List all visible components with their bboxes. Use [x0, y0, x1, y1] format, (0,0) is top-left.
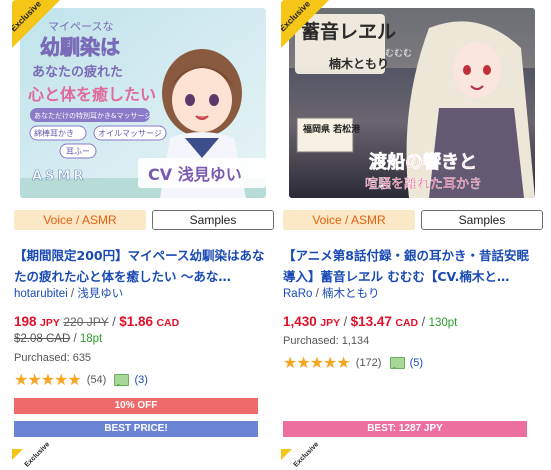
comment-icon[interactable] [114, 374, 130, 387]
rating-row: ★★★★★ (54) (3) [14, 370, 148, 389]
product-thumbnail[interactable]: CV 浅見ゆい マイペースな 幼馴染は あなたの疲れた 心と体を癒したい あなた… [12, 0, 274, 205]
purchased-count: Purchased: 635 [14, 352, 92, 364]
original-price-cad: $2.08 CAD [14, 333, 71, 345]
svg-text:綿棒耳かき: 綿棒耳かき [34, 128, 74, 138]
points: 130pt [428, 317, 458, 329]
cover-cv-text: CV 浅見ゆい [148, 165, 242, 184]
price-line: 1,430 JPY / $13.47 CAD / 130pt [283, 314, 458, 329]
rating-count[interactable]: (54) [87, 374, 107, 386]
next-exclusive-ribbon [12, 449, 23, 460]
next-exclusive-ribbon [281, 449, 292, 460]
star-rating-icon: ★★★★★ [14, 372, 82, 389]
sale-price-jpy: 198 [14, 314, 37, 329]
star-rating-icon: ★★★★★ [283, 355, 351, 372]
product-title[interactable]: 【アニメ第8話付録・銀の耳かき・昔話安眠導入】蓄音レヱル むむむ【CV.楠木と… [283, 245, 541, 287]
review-count[interactable]: (3) [134, 374, 147, 386]
voice-actor-link[interactable]: 浅見ゆい [77, 288, 123, 300]
svg-text:楠木ともり: 楠木ともり [329, 56, 389, 71]
product-card[interactable]: CV 浅見ゆい マイペースな 幼馴染は あなたの疲れた 心と体を癒したい あなた… [12, 0, 274, 460]
comment-icon[interactable] [389, 357, 405, 370]
samples-button[interactable]: Samples [421, 210, 543, 230]
price-line-2: $2.08 CAD / 18pt [14, 333, 103, 345]
best-price-badge: BEST: 1287 JPY [283, 421, 527, 437]
svg-text:耳ふー: 耳ふー [66, 147, 90, 156]
genre-tag[interactable]: Voice / ASMR [283, 210, 415, 230]
circle-link[interactable]: hotarubitei [14, 288, 68, 300]
rating-count[interactable]: (172) [356, 357, 382, 369]
svg-text:渡船の響きと: 渡船の響きと [369, 151, 477, 173]
original-price-jpy: 220 JPY [63, 315, 109, 329]
price-line: 198 JPY 220 JPY / $1.86 CAD [14, 314, 180, 329]
svg-text:福岡県 若松港: 福岡県 若松港 [302, 123, 361, 135]
product-title[interactable]: 【期間限定200円】マイペース幼馴染はあなたの疲れた心と体を癒したい ～あな… [14, 245, 272, 287]
voice-actor-link[interactable]: 楠木ともり [322, 288, 380, 300]
product-card[interactable]: 蓄音レヱル むむむ 楠木ともり 福岡県 若松港 渡船の響きと 喧騒を離れた耳かき… [281, 0, 543, 460]
genre-tag[interactable]: Voice / ASMR [14, 210, 146, 230]
product-thumbnail[interactable]: 蓄音レヱル むむむ 楠木ともり 福岡県 若松港 渡船の響きと 喧騒を離れた耳かき… [281, 0, 543, 205]
svg-text:喧騒を離れた耳かき: 喧騒を離れた耳かき [365, 177, 482, 192]
svg-text:あなたの疲れた: あなたの疲れた [32, 64, 123, 80]
sale-price-cad: $1.86 [119, 314, 153, 329]
best-price-badge: BEST PRICE! [14, 421, 258, 437]
creator-line: hotarubitei / 浅見ゆい [14, 288, 124, 300]
samples-button[interactable]: Samples [152, 210, 274, 230]
circle-link[interactable]: RaRo [283, 288, 312, 300]
rating-row: ★★★★★ (172) (5) [283, 353, 423, 372]
svg-text:ASMR: ASMR [32, 169, 86, 184]
purchased-count: Purchased: 1,134 [283, 335, 370, 347]
svg-text:むむむ: むむむ [385, 48, 412, 59]
svg-text:オイルマッサージ: オイルマッサージ [98, 129, 162, 138]
creator-line: RaRo / 楠木ともり [283, 288, 380, 300]
price-cad: $13.47 [350, 314, 392, 329]
svg-text:あなただけの特別耳かき&マッサージ: あなただけの特別耳かき&マッサージ [34, 111, 151, 120]
review-count[interactable]: (5) [410, 357, 423, 369]
points: 18pt [79, 333, 103, 345]
svg-text:心と体を癒したい: 心と体を癒したい [28, 85, 156, 104]
price-jpy: 1,430 [283, 314, 317, 329]
discount-badge: 10% OFF [14, 398, 258, 414]
